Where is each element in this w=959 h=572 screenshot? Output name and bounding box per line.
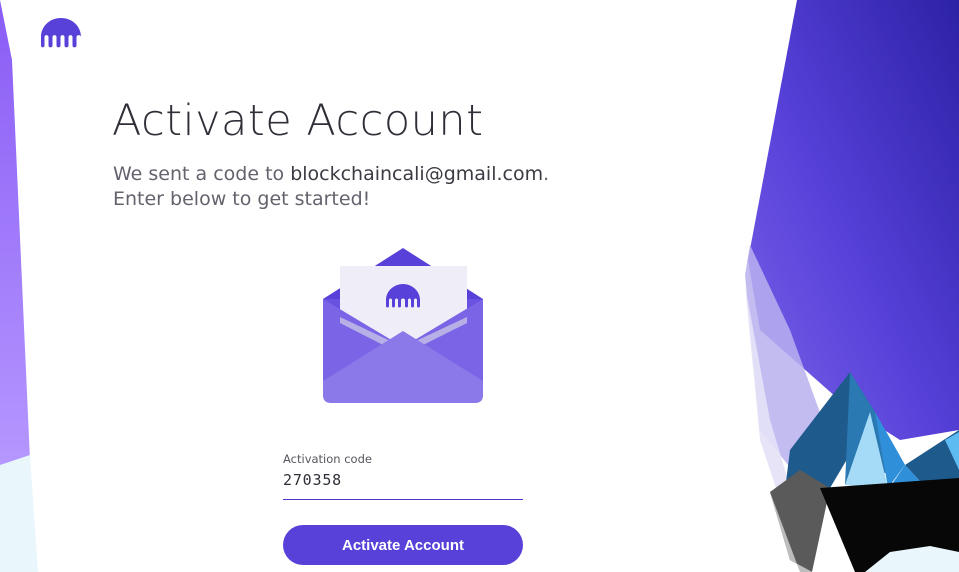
message-suffix: . xyxy=(543,163,550,185)
activation-code-label: Activation code xyxy=(283,452,372,466)
activation-code-field: Activation code xyxy=(283,452,523,500)
instruction-line-2: Enter below to get started! xyxy=(113,188,371,210)
page-title: Activate Account xyxy=(112,96,484,146)
activate-account-button[interactable]: Activate Account xyxy=(283,525,523,565)
email-address: blockchaincali@gmail.com xyxy=(290,163,544,185)
kraken-logo-icon[interactable] xyxy=(40,17,82,50)
envelope-with-letter-icon xyxy=(323,248,483,403)
activation-code-input[interactable] xyxy=(283,469,523,500)
activate-account-page: Activate Account We sent a code to block… xyxy=(0,0,959,572)
instruction-text: We sent a code to blockchaincali@gmail.c… xyxy=(113,162,583,212)
instruction-line-1: We sent a code to blockchaincali@gmail.c… xyxy=(113,162,583,187)
message-prefix: We sent a code to xyxy=(113,163,291,185)
